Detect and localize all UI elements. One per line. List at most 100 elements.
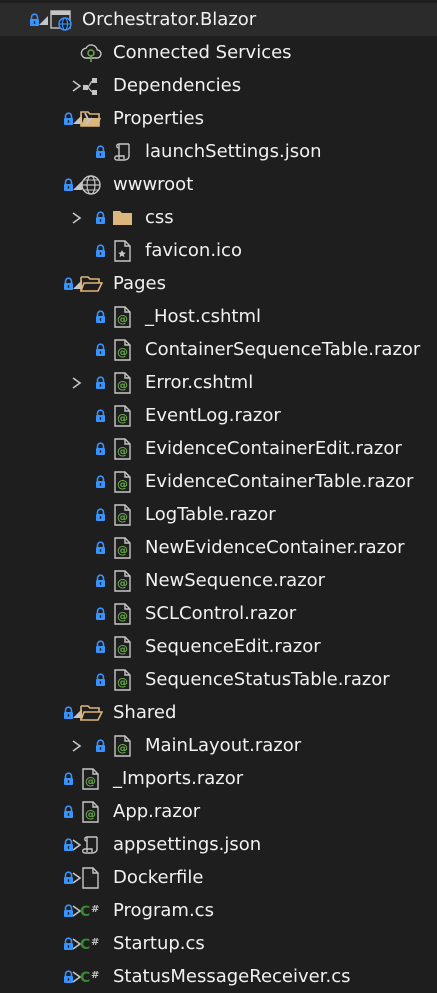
tree-item[interactable]: @ EvidenceContainerTable.razor <box>0 465 437 498</box>
tree-item-label: wwwroot <box>113 174 194 195</box>
tree-item[interactable]: favicon.ico <box>0 234 437 267</box>
razor-file-icon: @ <box>110 465 136 498</box>
tree-item-label: Pages <box>113 273 166 294</box>
tree-item[interactable]: @ LogTable.razor <box>0 498 437 531</box>
tree-item[interactable]: appsettings.json <box>0 828 437 861</box>
tree-item-label: Error.cshtml <box>145 372 254 393</box>
tree-item[interactable]: @ _Imports.razor <box>0 762 437 795</box>
tree-item-label: SCLControl.razor <box>145 603 297 624</box>
lock-icon <box>61 927 75 960</box>
svg-text:@: @ <box>85 807 96 820</box>
tree-item-label: Orchestrator.Blazor <box>82 9 257 30</box>
tree-item-label: App.razor <box>113 801 201 822</box>
image-file-icon <box>110 234 136 267</box>
tree-item-label: Program.cs <box>113 900 214 921</box>
lock-icon <box>93 597 107 630</box>
lock-icon <box>93 465 107 498</box>
json-file-icon <box>78 828 104 861</box>
tree-item[interactable]: @ Error.cshtml <box>0 366 437 399</box>
tree-item[interactable]: C # Program.cs <box>0 894 437 927</box>
tree-item-label: SequenceStatusTable.razor <box>145 669 390 690</box>
razor-file-icon: @ <box>110 498 136 531</box>
tree-item[interactable]: launchSettings.json <box>0 135 437 168</box>
lock-icon <box>93 729 107 762</box>
tree-item[interactable]: Pages <box>0 267 437 300</box>
svg-text:#: # <box>91 937 99 948</box>
lock-icon <box>61 894 75 927</box>
tree-item[interactable]: css <box>0 201 437 234</box>
svg-text:@: @ <box>117 675 128 688</box>
lock-icon <box>27 3 41 36</box>
tree-item[interactable]: @ NewEvidenceContainer.razor <box>0 531 437 564</box>
properties-folder-icon <box>78 102 104 135</box>
svg-text:@: @ <box>117 345 128 358</box>
chevron-collapsed-icon[interactable] <box>68 729 86 762</box>
dependencies-icon <box>78 69 104 102</box>
lock-icon <box>61 960 75 993</box>
tree-item[interactable]: Connected Services <box>0 36 437 69</box>
tree-item[interactable]: @ SequenceStatusTable.razor <box>0 663 437 696</box>
tree-item[interactable]: C # StatusMessageReceiver.cs <box>0 960 437 993</box>
tree-item-label: LogTable.razor <box>145 504 276 525</box>
globe-icon <box>78 168 104 201</box>
lock-icon <box>93 300 107 333</box>
tree-item-label: Shared <box>113 702 177 723</box>
tree-item[interactable]: Orchestrator.Blazor <box>0 3 437 36</box>
svg-text:@: @ <box>117 510 128 523</box>
tree-item-label: appsettings.json <box>113 834 262 855</box>
tree-item-label: EvidenceContainerTable.razor <box>145 471 414 492</box>
lock-icon <box>93 201 107 234</box>
tree-item[interactable]: @ App.razor <box>0 795 437 828</box>
tree-item[interactable]: Shared <box>0 696 437 729</box>
tree-item-label: ContainerSequenceTable.razor <box>145 339 421 360</box>
tree-item-label: MainLayout.razor <box>145 735 302 756</box>
svg-text:#: # <box>91 904 99 915</box>
tree-item-label: _Imports.razor <box>113 768 244 789</box>
folder-icon <box>110 201 136 234</box>
razor-file-icon: @ <box>110 399 136 432</box>
lock-icon <box>61 861 75 894</box>
chevron-collapsed-icon[interactable] <box>68 366 86 399</box>
svg-text:@: @ <box>117 741 128 754</box>
tree-item[interactable]: @ NewSequence.razor <box>0 564 437 597</box>
tree-item[interactable]: @ EventLog.razor <box>0 399 437 432</box>
tree-item[interactable]: @ EvidenceContainerEdit.razor <box>0 432 437 465</box>
svg-text:@: @ <box>85 774 96 787</box>
chevron-collapsed-icon[interactable] <box>68 201 86 234</box>
lock-icon <box>93 630 107 663</box>
lock-icon <box>61 696 75 729</box>
tree-item[interactable]: @ _Host.cshtml <box>0 300 437 333</box>
tree-item[interactable]: @ SCLControl.razor <box>0 597 437 630</box>
svg-text:@: @ <box>117 444 128 457</box>
open-folder-icon <box>78 267 104 300</box>
tree-item-label: StatusMessageReceiver.cs <box>113 966 351 987</box>
tree-item-label: Properties <box>113 108 204 129</box>
tree-item[interactable]: Dependencies <box>0 69 437 102</box>
svg-text:@: @ <box>117 477 128 490</box>
lock-icon <box>93 234 107 267</box>
svg-text:@: @ <box>117 576 128 589</box>
svg-text:@: @ <box>117 543 128 556</box>
tree-item[interactable]: Properties <box>0 102 437 135</box>
lock-icon <box>93 432 107 465</box>
tree-item-label: launchSettings.json <box>145 141 322 162</box>
tree-item[interactable]: @ ContainerSequenceTable.razor <box>0 333 437 366</box>
tree-item[interactable]: @ MainLayout.razor <box>0 729 437 762</box>
lock-icon <box>61 267 75 300</box>
lock-icon <box>93 366 107 399</box>
lock-icon <box>93 663 107 696</box>
tree-item[interactable]: C # Startup.cs <box>0 927 437 960</box>
tree-item-label: Connected Services <box>113 42 292 63</box>
lock-icon <box>93 399 107 432</box>
tree-item[interactable]: wwwroot <box>0 168 437 201</box>
svg-text:C: C <box>80 937 90 953</box>
tree-item-label: css <box>145 207 174 228</box>
csharp-file-icon: C # <box>78 894 104 927</box>
lock-icon <box>61 168 75 201</box>
tree-item[interactable]: Dockerfile <box>0 861 437 894</box>
lock-icon <box>61 762 75 795</box>
lock-icon <box>93 498 107 531</box>
file-icon <box>78 861 104 894</box>
tree-item[interactable]: @ SequenceEdit.razor <box>0 630 437 663</box>
razor-file-icon: @ <box>78 762 104 795</box>
